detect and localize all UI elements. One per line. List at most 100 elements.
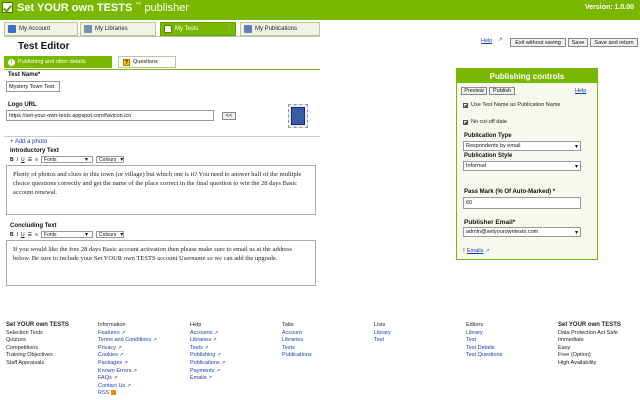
footer-link[interactable]: Test [466,337,502,345]
footer-link[interactable]: Tests ↗ [190,345,225,353]
exit-without-saving-button[interactable]: Exit without saving [510,38,566,47]
bold-button[interactable]: B [10,232,14,238]
tab-label: My Tests [175,26,199,32]
add-photo-link[interactable]: + Add a photo [10,139,47,145]
no-cutoff-label: No cut-off date [471,119,507,125]
emails-link[interactable]: Emails [467,248,484,254]
tab-my-account[interactable]: My Account [4,22,78,36]
publisher-email-select[interactable]: admin@setyourowntests.com [463,227,581,237]
italic-button[interactable]: I [17,157,18,163]
numbered-list-icon[interactable]: ≡ [35,157,38,163]
footer-link[interactable]: Quizzes [6,337,69,345]
subtab-label: Publishing and other details [18,59,86,65]
footer-text: Easy [558,344,571,351]
fonts-select[interactable]: Fonts [41,231,94,238]
tab-label: My Libraries [95,26,128,32]
footer-link[interactable]: Features ↗ [98,330,157,338]
footer-heading: Tabs [282,322,294,328]
colours-select[interactable]: Colours [96,231,125,238]
footer-link-label: Emails [190,375,207,382]
intro-text-editor[interactable]: Plenty of photos and clues to this town … [6,165,316,215]
footer-link[interactable]: RSS [98,390,157,398]
use-name-row[interactable]: Use Test Name as Publication Name [463,102,560,108]
footer-text: Free (Option) [558,352,591,359]
logo-url-input[interactable]: https://set-your-own-tests.appspot.com/f… [6,110,214,121]
publications-icon [244,25,252,33]
colours-select[interactable]: Colours [96,156,125,163]
footer-link[interactable]: Privacy ↗ [98,345,157,353]
footer-link[interactable]: Contact Us ↗ [98,383,157,391]
footer-link[interactable]: Account [282,330,312,338]
footer-link[interactable]: Tests [282,345,312,353]
tab-label: My Account [19,26,51,32]
tab-my-libraries[interactable]: My Libraries [80,22,156,36]
publishing-help-link[interactable]: Help [575,88,586,94]
footer-link[interactable]: Terms and Conditions ↗ [98,337,157,345]
footer-link[interactable]: Packages ↗ [98,360,157,368]
concluding-text-editor[interactable]: If you would like the free 28 days Basic… [6,240,316,286]
bold-button[interactable]: B [10,157,14,163]
footer-link-label: Payments [190,367,215,374]
footer-link[interactable]: Publications [282,352,312,360]
footer-link[interactable]: Library [374,330,391,338]
tab-questions[interactable]: ? Questions [118,56,176,68]
no-cutoff-row[interactable]: No cut-off date [463,119,507,125]
tab-my-publications[interactable]: My Publications [240,22,320,36]
footer-link[interactable]: Accounts ↗ [190,330,225,338]
tab-publishing-details[interactable]: i Publishing and other details [4,56,112,68]
use-name-checkbox[interactable] [463,102,468,108]
footer-link[interactable]: Test Details [466,345,502,353]
concluding-text-label: Concluding Text [10,223,57,229]
footer-link[interactable]: Training Objectives [6,352,69,360]
tab-my-tests[interactable]: My Tests [160,22,236,36]
underline-button[interactable]: U [21,232,25,238]
footer-link[interactable]: Test Questions [466,352,502,360]
colours-select-value: Colours [99,156,117,163]
preview-button[interactable]: Preview [461,87,487,95]
footer-link[interactable]: Library [466,330,502,338]
footer-link[interactable]: Test [374,337,391,345]
logo-preview-image [288,104,308,128]
publication-style-select[interactable]: Informal [463,161,581,171]
footer-link[interactable]: Libraries ↗ [190,337,225,345]
underline-button[interactable]: U [21,157,25,163]
footer-link[interactable]: Staff Appraisals [6,360,69,368]
footer-link[interactable]: Selection Tests [6,330,69,338]
help-link[interactable]: Help [481,38,492,44]
fonts-select-value: Fonts [44,156,57,163]
footer-link[interactable]: Payments ↗ [190,368,225,376]
fonts-select-value: Fonts [44,231,57,238]
publish-button[interactable]: Publish [489,87,515,95]
logo-preview-button[interactable]: << [222,112,236,120]
no-cutoff-checkbox[interactable] [463,119,468,125]
list-icon[interactable]: ☰ [28,232,32,238]
footer-col-product: Set YOUR own TESTS Selection Tests Quizz… [6,322,69,368]
footer-link[interactable]: FAQs ↗ [98,375,157,383]
footer-link[interactable]: Emails ↗ [190,375,225,383]
footer-heading: Editors [466,322,484,328]
external-link-icon: ↗ [113,375,118,382]
footer-col-features: Set YOUR own TESTS Data Protection Act S… [558,322,621,368]
emails-row[interactable]: ! Emails ↗ [463,248,490,254]
footer-link[interactable]: Competitions [6,345,69,353]
external-link-icon: ↗ [152,337,157,344]
footer-link-label: Accounts [190,329,213,336]
publication-type-select[interactable]: Respondents by email [463,141,581,151]
footer-link[interactable]: Cookies ↗ [98,352,157,360]
footer-link[interactable]: Known Errors ↗ [98,368,157,376]
save-and-return-button[interactable]: Save and return [590,38,638,47]
footer-link[interactable]: Publishing ↗ [190,352,225,360]
footer-link[interactable]: Publications ↗ [190,360,225,368]
footer-col-help: Help Accounts ↗ Libraries ↗ Tests ↗ Publ… [190,322,225,383]
footer-link-label: Contact Us [98,382,126,389]
brand-suffix: publisher [144,2,190,14]
fonts-select[interactable]: Fonts [41,156,94,163]
pass-mark-input[interactable]: 60 [463,197,581,209]
external-link-icon: ↗ [214,329,219,336]
test-name-input[interactable]: Mystery Town Test [6,81,60,92]
italic-button[interactable]: I [17,232,18,238]
footer-link[interactable]: Libraries [282,337,312,345]
list-icon[interactable]: ☰ [28,157,32,163]
numbered-list-icon[interactable]: ≡ [35,232,38,238]
save-button[interactable]: Save [568,38,588,47]
